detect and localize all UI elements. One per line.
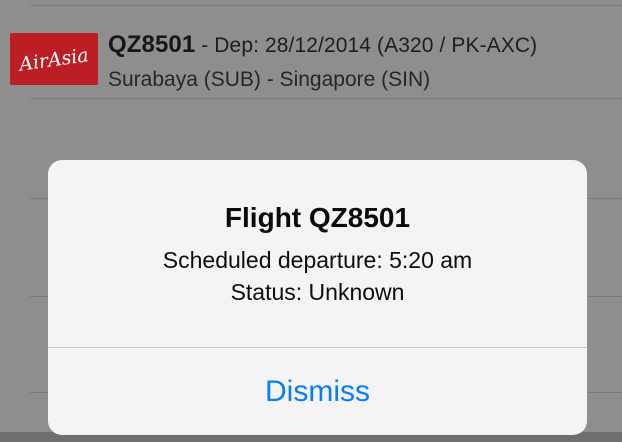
- alert-title: Flight QZ8501: [224, 202, 411, 233]
- svg-text:AirAsia: AirAsia: [16, 44, 90, 76]
- row-separator: [30, 98, 622, 99]
- dismiss-button[interactable]: Dismiss: [48, 348, 587, 435]
- flight-alert-dialog: Flight QZ8501 Scheduled departure: 5:20 …: [48, 160, 587, 435]
- airasia-logo: AirAsia: [10, 33, 98, 85]
- flight-number: QZ8501: [108, 31, 196, 58]
- status-text: Status: Unknown: [230, 279, 405, 305]
- departure-date: - Dep: 28/12/2014: [195, 34, 378, 57]
- scheduled-departure-text: Scheduled departure: 5:20 am: [162, 247, 473, 273]
- flight-summary: QZ8501 - Dep: 28/12/2014 (A320 / PK-AXC): [108, 31, 537, 59]
- aircraft-info: (A320 / PK-AXC): [377, 34, 538, 57]
- flight-route: Surabaya (SUB) - Singapore (SIN): [108, 68, 431, 91]
- flight-list-item[interactable]: AirAsia QZ8501 - Dep: 28/12/2014 (A320 /…: [0, 6, 622, 98]
